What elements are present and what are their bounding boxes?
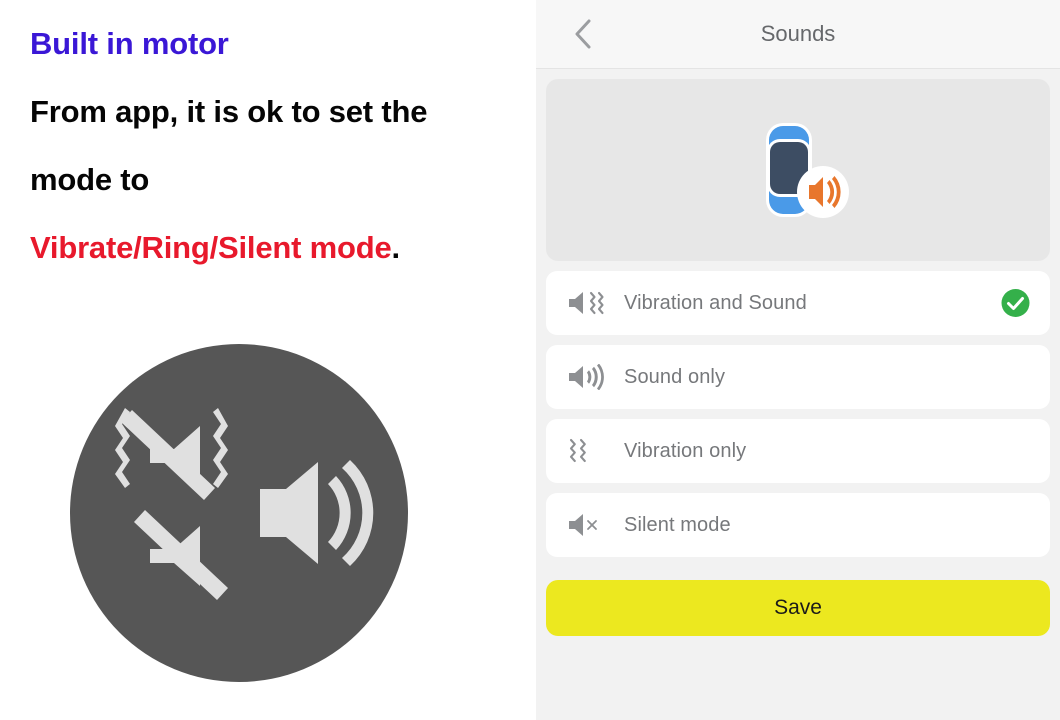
speaker-mute-icon	[568, 512, 614, 538]
option-label: Vibration only	[624, 439, 747, 462]
smartwatch-with-speaker-icon	[766, 123, 849, 218]
option-vibration-and-sound[interactable]: Vibration and Sound	[546, 271, 1050, 335]
screenshot-root: Built in motor From app, it is ok to set…	[0, 0, 1060, 720]
back-button[interactable]	[566, 17, 600, 51]
motor-glyphs-svg	[115, 408, 374, 600]
annotation-modes-text: Vibrate/Ring/Silent mode	[30, 230, 392, 265]
option-silent-mode[interactable]: Silent mode	[546, 493, 1050, 557]
annotation-line-2: mode to	[30, 162, 150, 197]
annotation-panel: Built in motor From app, it is ok to set…	[0, 0, 536, 720]
speaker-vibrate-icon	[568, 290, 614, 316]
motor-illustration	[70, 344, 408, 682]
annotation-line-3: Vibrate/Ring/Silent mode.	[30, 232, 506, 263]
page-title: Sounds	[760, 21, 836, 46]
nav-bar: Sounds	[536, 0, 1060, 69]
panel-body: Vibration and Sound Sound only Vibration…	[536, 69, 1060, 636]
option-label: Sound only	[624, 365, 726, 388]
phone-panel: Sounds Vibration and Sound Sound only Vi…	[536, 0, 1060, 720]
motor-circle-bg	[70, 344, 408, 682]
option-label: Silent mode	[624, 513, 731, 536]
annotation-title: Built in motor	[30, 26, 229, 61]
vibrate-icon	[568, 437, 614, 465]
option-sound-only[interactable]: Sound only	[546, 345, 1050, 409]
annotation-period: .	[391, 230, 401, 265]
selected-check-icon	[1001, 289, 1030, 318]
sound-mode-list: Vibration and Sound Sound only Vibration…	[546, 271, 1050, 557]
annotation-line-1: From app, it is ok to set the	[30, 94, 428, 129]
chevron-left-icon	[575, 19, 591, 49]
option-vibration-only[interactable]: Vibration only	[546, 419, 1050, 483]
save-button[interactable]: Save	[546, 580, 1050, 636]
option-label: Vibration and Sound	[624, 291, 807, 314]
hero-card	[546, 79, 1050, 261]
speaker-waves-icon	[568, 364, 614, 390]
